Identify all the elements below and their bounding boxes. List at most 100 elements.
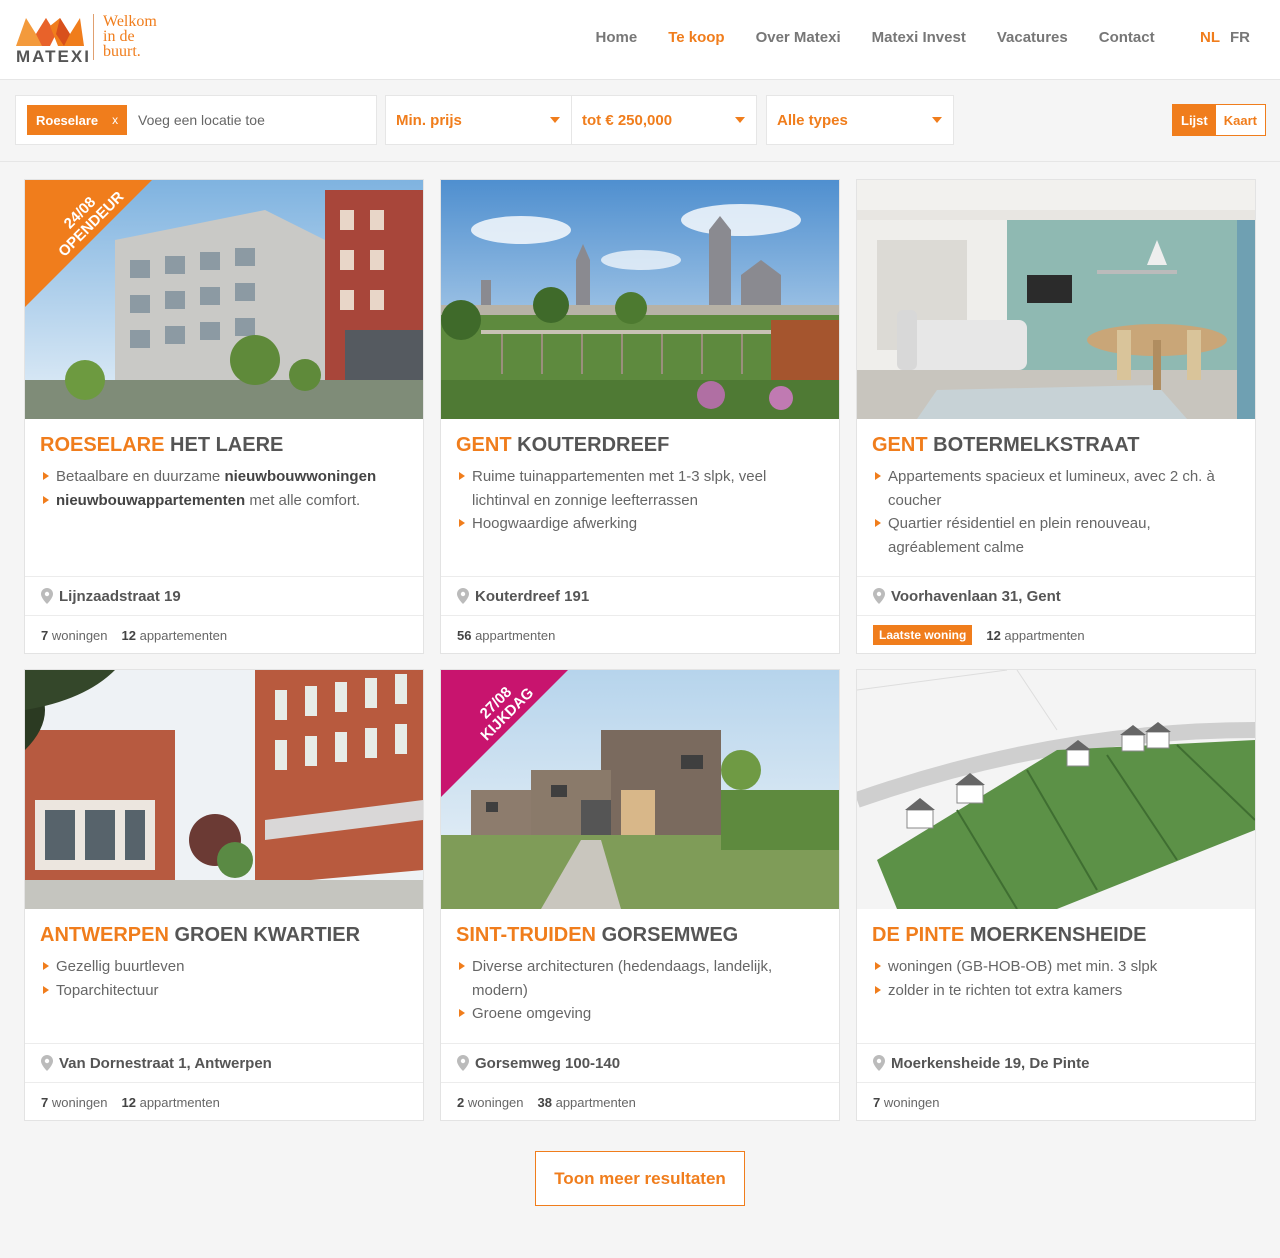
stat-label: woningen xyxy=(880,1094,940,1110)
stat-appartementen: 12 appartmenten xyxy=(122,1095,220,1110)
location-chip[interactable]: Roeselare x xyxy=(27,105,128,135)
main-nav: Home Te koop Over Matexi Matexi Invest V… xyxy=(580,0,1170,74)
lang-fr[interactable]: FR xyxy=(1230,29,1250,46)
feature-bold: nieuwbouwwoningen xyxy=(224,468,377,485)
address-text: Van Dornestraat 1, Antwerpen xyxy=(59,1054,272,1072)
logo-slogan: Welkom in de buurt. xyxy=(103,13,183,60)
project-card[interactable]: DE PINTE MOERKENSHEIDE woningen (GB-HOB-… xyxy=(856,669,1256,1121)
feature-text: met alle comfort. xyxy=(245,491,361,509)
remove-chip-icon[interactable]: x xyxy=(112,113,118,127)
feature-item: Appartements spacieux et lumineux, avec … xyxy=(873,465,1243,512)
project-features: Diverse architecturen (hedendaags, lande… xyxy=(457,955,827,1026)
feature-text: Betaalbare en duurzame xyxy=(56,468,225,485)
lang-nl[interactable]: NL xyxy=(1200,29,1220,46)
stat-woningen: 2 woningen xyxy=(457,1095,524,1110)
stat-count: 56 xyxy=(457,627,472,643)
project-card[interactable]: GENT BOTERMELKSTRAAT Appartements spacie… xyxy=(856,179,1256,654)
project-card[interactable]: 24/08 OPENDEUR ROESELARE HET LAERE Betaa… xyxy=(24,179,424,654)
project-card[interactable]: ANTWERPEN GROEN KWARTIER Gezellig buurtl… xyxy=(24,669,424,1121)
project-card[interactable]: 27/08 KIJKDAG SINT-TRUIDEN GORSEMWEG Div… xyxy=(440,669,840,1121)
project-features: Appartements spacieux et lumineux, avec … xyxy=(873,465,1243,559)
matexi-logo[interactable]: MATEXI Welkom in de buurt. xyxy=(16,14,166,66)
site-header: MATEXI Welkom in de buurt. Home Te koop … xyxy=(0,0,1280,80)
location-pin-icon xyxy=(873,1055,885,1071)
stat-label: appartementen xyxy=(135,627,228,643)
stat-count: 12 xyxy=(121,627,136,643)
view-map-button[interactable]: Kaart xyxy=(1215,105,1265,135)
stat-appartementen: 38 appartmenten xyxy=(538,1095,636,1110)
location-pin-icon xyxy=(457,588,469,604)
stat-count: 12 xyxy=(121,1094,136,1110)
nav-te-koop[interactable]: Te koop xyxy=(668,29,724,46)
address-text: Lijnzaadstraat 19 xyxy=(59,587,181,605)
project-city: DE PINTE xyxy=(872,924,965,946)
feature-item: Ruime tuinappartementen met 1-3 slpk, ve… xyxy=(457,465,827,512)
project-features: woningen (GB-HOB-OB) met min. 3 slpk zol… xyxy=(873,955,1243,1002)
feature-item: Toparchitectuur xyxy=(41,979,411,1003)
project-image: 27/08 KIJKDAG xyxy=(441,670,839,909)
max-price-value: tot € 250,000 xyxy=(582,111,673,129)
slogan-line: in de xyxy=(103,28,135,45)
feature-bold: nieuwbouwappartementen xyxy=(56,491,246,509)
project-features: Gezellig buurtleven Toparchitectuur xyxy=(41,955,411,1002)
project-title[interactable]: GENT KOUTERDREEF xyxy=(456,434,669,457)
type-select[interactable]: Alle types xyxy=(766,95,954,145)
stat-appartementen: 56 appartmenten xyxy=(457,628,555,643)
project-title[interactable]: GENT BOTERMELKSTRAAT xyxy=(872,434,1139,457)
slogan-line: Welkom xyxy=(103,13,157,30)
location-pin-icon xyxy=(457,1055,469,1071)
filter-bar: Roeselare x Min. prijs tot € 250,000 All… xyxy=(0,80,1280,162)
location-chip-label: Roeselare xyxy=(36,112,99,128)
project-features: Ruime tuinappartementen met 1-3 slpk, ve… xyxy=(457,465,827,536)
caret-down-icon xyxy=(735,117,745,123)
project-stats: 7 woningen xyxy=(857,1084,954,1120)
stat-appartementen: 12 appartmenten xyxy=(986,628,1084,643)
language-switcher: NL FR xyxy=(1200,0,1260,74)
min-price-value: Min. prijs xyxy=(396,111,462,129)
logo-divider xyxy=(93,14,94,60)
nav-home[interactable]: Home xyxy=(596,29,638,46)
stat-label: woningen xyxy=(464,1094,524,1110)
project-title[interactable]: ANTWERPEN GROEN KWARTIER xyxy=(40,924,360,947)
nav-vacatures[interactable]: Vacatures xyxy=(997,29,1068,46)
stat-count: 12 xyxy=(986,627,1001,643)
type-value: Alle types xyxy=(777,111,848,129)
address-text: Gorsemweg 100-140 xyxy=(475,1054,621,1072)
logo-word: MATEXI xyxy=(16,47,91,66)
project-title[interactable]: DE PINTE MOERKENSHEIDE xyxy=(872,924,1147,947)
stat-woningen: 7 woningen xyxy=(41,1095,108,1110)
stat-label: woningen xyxy=(48,627,108,643)
stat-label: appartmenten xyxy=(471,627,556,643)
project-name: GORSEMWEG xyxy=(601,924,739,946)
address-text: Moerkensheide 19, De Pinte xyxy=(891,1054,1090,1072)
project-card[interactable]: GENT KOUTERDREEF Ruime tuinappartementen… xyxy=(440,179,840,654)
stat-label: appartmenten xyxy=(135,1094,220,1110)
max-price-select[interactable]: tot € 250,000 xyxy=(571,95,757,145)
feature-item: Betaalbare en duurzame nieuwbouwwoningen xyxy=(41,465,411,489)
nav-over-matexi[interactable]: Over Matexi xyxy=(756,29,841,46)
location-pin-icon xyxy=(873,588,885,604)
stat-count: 38 xyxy=(537,1094,552,1110)
project-city: ROESELARE xyxy=(40,434,165,456)
location-input[interactable] xyxy=(138,108,358,132)
feature-item: zolder in te richten tot extra kamers xyxy=(873,979,1243,1003)
feature-item: Hoogwaardige afwerking xyxy=(457,512,827,536)
nav-contact[interactable]: Contact xyxy=(1099,29,1155,46)
project-address: Gorsemweg 100-140 xyxy=(441,1043,839,1083)
address-text: Voorhavenlaan 31, Gent xyxy=(891,587,1061,605)
project-image xyxy=(441,180,839,419)
view-toggle: Lijst Kaart xyxy=(1172,104,1266,136)
logo-mark-icon xyxy=(16,18,84,46)
stat-appartementen: 12 appartementen xyxy=(122,628,228,643)
address-text: Kouterdreef 191 xyxy=(475,587,590,605)
project-address: Van Dornestraat 1, Antwerpen xyxy=(25,1043,423,1083)
view-list-button[interactable]: Lijst xyxy=(1173,105,1216,135)
project-address: Kouterdreef 191 xyxy=(441,576,839,616)
project-title[interactable]: ROESELARE HET LAERE xyxy=(40,434,283,457)
show-more-button[interactable]: Toon meer resultaten xyxy=(535,1151,745,1206)
nav-matexi-invest[interactable]: Matexi Invest xyxy=(872,29,966,46)
min-price-select[interactable]: Min. prijs xyxy=(385,95,572,145)
project-title[interactable]: SINT-TRUIDEN GORSEMWEG xyxy=(456,924,738,947)
project-name: MOERKENSHEIDE xyxy=(969,924,1147,946)
project-city: GENT xyxy=(456,434,512,456)
